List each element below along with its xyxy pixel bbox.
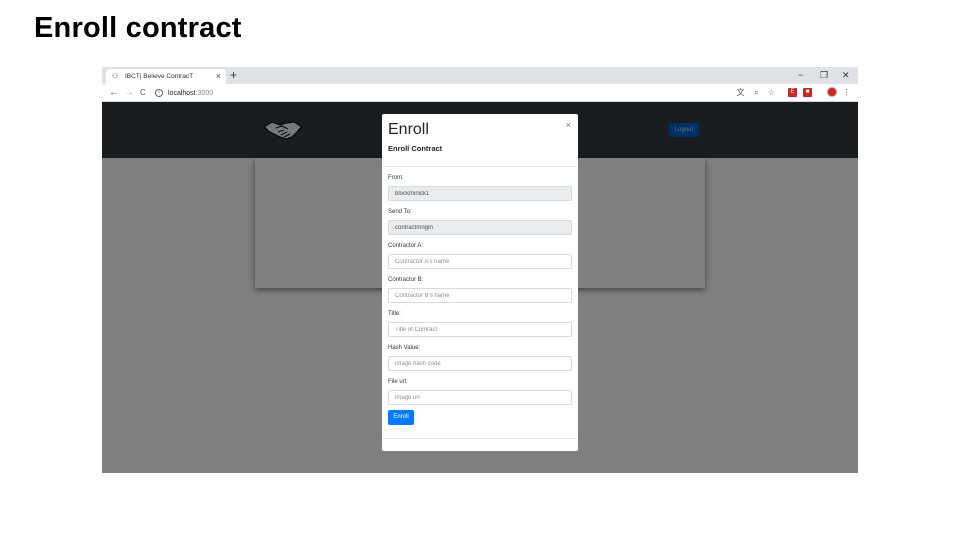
contractor-a-input[interactable] xyxy=(388,254,572,269)
maximize-button[interactable]: ❐ xyxy=(820,68,828,82)
slide-title: Enroll contract xyxy=(34,12,242,44)
page-viewport: Logout Enroll Enroll Contract × From: Se… xyxy=(102,102,858,473)
info-icon[interactable]: i xyxy=(155,89,163,97)
contractor-b-input[interactable] xyxy=(388,288,572,303)
extension-icon[interactable]: ■ xyxy=(803,88,812,97)
browser-tab[interactable]: ⚇ IBCT| Believe ContracT × xyxy=(106,69,226,84)
tab-close-icon[interactable]: × xyxy=(216,71,221,82)
hash-value-input[interactable] xyxy=(388,356,572,371)
title-label: Title: xyxy=(388,311,401,317)
file-url-label: File url: xyxy=(388,379,408,385)
reload-button[interactable]: C xyxy=(140,86,146,100)
browser-window: ⚇ IBCT| Believe ContracT × + − ❐ ✕ ← → C… xyxy=(102,67,858,473)
enroll-button[interactable]: Enroll xyxy=(388,410,414,425)
new-tab-button[interactable]: + xyxy=(230,68,237,83)
profile-avatar[interactable] xyxy=(827,87,837,97)
forward-button[interactable]: → xyxy=(124,86,134,100)
modal-footer-divider xyxy=(382,438,578,439)
close-icon[interactable]: × xyxy=(566,120,571,130)
zoom-icon[interactable]: ⌕ xyxy=(752,88,761,97)
from-field[interactable] xyxy=(388,186,572,201)
tab-strip: ⚇ IBCT| Believe ContracT × + − ❐ ✕ xyxy=(102,67,858,84)
from-label: From: xyxy=(388,175,404,181)
minimize-button[interactable]: − xyxy=(798,68,803,82)
browser-toolbar: ← → C i localhost:3000 文 ⌕ ☆ E ■ ⋮ xyxy=(102,84,858,102)
handshake-icon: ⚇ xyxy=(112,73,119,80)
translate-icon[interactable]: 文 xyxy=(736,88,745,97)
send-to-label: Send To: xyxy=(388,209,412,215)
contractor-a-label: Contractor A: xyxy=(388,243,424,249)
close-window-button[interactable]: ✕ xyxy=(842,68,850,82)
menu-icon[interactable]: ⋮ xyxy=(842,88,851,97)
modal-title: Enroll xyxy=(388,121,429,138)
hash-value-label: Hash Value: xyxy=(388,345,421,351)
modal-header: Enroll Enroll Contract × xyxy=(382,114,578,167)
file-url-input[interactable] xyxy=(388,390,572,405)
enroll-modal: Enroll Enroll Contract × From: Send To: … xyxy=(382,114,578,451)
modal-subtitle: Enroll Contract xyxy=(388,144,443,153)
address-bar[interactable]: i localhost:3000 xyxy=(155,86,735,100)
url-host: localhost xyxy=(168,89,196,97)
slide: Enroll contract ⚇ IBCT| Believe ContracT… xyxy=(0,0,960,540)
star-icon[interactable]: ☆ xyxy=(767,88,776,97)
tab-title: IBCT| Believe ContracT xyxy=(125,73,194,80)
send-to-field[interactable] xyxy=(388,220,572,235)
url-text: localhost:3000 xyxy=(168,90,213,97)
contractor-b-label: Contractor B: xyxy=(388,277,424,283)
extension-icon[interactable]: E xyxy=(788,88,797,97)
back-button[interactable]: ← xyxy=(109,86,119,100)
title-input[interactable] xyxy=(388,322,572,337)
url-port: :3000 xyxy=(195,89,214,97)
